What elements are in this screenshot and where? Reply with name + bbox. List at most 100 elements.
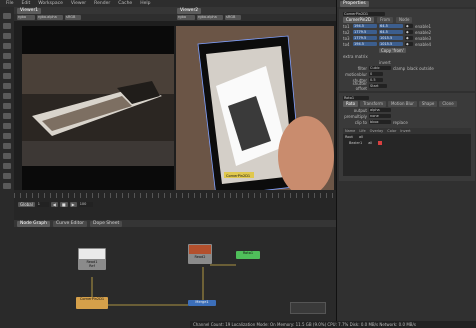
menu-viewer[interactable]: Viewer: [71, 1, 86, 6]
pin-y-field[interactable]: 1015.5: [379, 41, 403, 47]
shutter-offset-select[interactable]: Start: [369, 83, 387, 89]
layer-name: Bezier1: [349, 141, 363, 145]
roto-layer-list[interactable]: Name Life Overlay Color Invert Root all …: [343, 128, 471, 176]
extra-matrix-toggle[interactable]: extra matrix: [343, 54, 368, 59]
pin-enable-checkbox[interactable]: enable2: [415, 30, 431, 35]
set-key-button[interactable]: ◆: [405, 29, 413, 35]
3d-tool-icon[interactable]: [3, 113, 11, 119]
tab-viewer1[interactable]: Viewer1: [17, 7, 42, 14]
play-back-button[interactable]: ◀: [50, 202, 58, 207]
roto-node[interactable]: Roto1: [236, 251, 260, 259]
motionblur-input[interactable]: 0: [369, 71, 383, 77]
particles-tool-icon[interactable]: [3, 143, 11, 149]
shutter-input[interactable]: 0.5: [369, 77, 383, 83]
menu-cache[interactable]: Cache: [118, 1, 132, 6]
merge-tool-icon[interactable]: [3, 93, 11, 99]
filter-select[interactable]: Cubic: [369, 65, 391, 71]
tab-dope-sheet[interactable]: Dope Sheet: [90, 220, 123, 227]
frame-input[interactable]: 1: [36, 202, 49, 207]
menu-file[interactable]: File: [6, 1, 14, 6]
pin-y-field[interactable]: 64.5: [379, 29, 403, 35]
minimap[interactable]: [290, 302, 326, 314]
image-tool-icon[interactable]: [3, 23, 11, 29]
colorspace-select[interactable]: sRGB: [65, 15, 81, 20]
tab-node[interactable]: Node: [395, 17, 413, 23]
read1-thumbnail: [79, 249, 105, 259]
tab-viewer2[interactable]: Viewer2: [177, 7, 202, 14]
pin-y-field[interactable]: 64.5: [379, 23, 403, 29]
clip-to-select[interactable]: bbox: [369, 119, 391, 125]
filter-tool-icon[interactable]: [3, 73, 11, 79]
layer-life: all: [358, 135, 364, 139]
read1-node[interactable]: Read1 Ref: [78, 248, 106, 270]
transform-tool-icon[interactable]: [3, 103, 11, 109]
tab-from[interactable]: From: [377, 17, 393, 23]
copy-from-button[interactable]: Copy 'from': [379, 47, 406, 53]
read2-node[interactable]: Read2: [188, 244, 212, 264]
clamp-checkbox[interactable]: clamp: [393, 66, 405, 71]
play-forward-button[interactable]: ▶: [69, 202, 77, 207]
keyer-tool-icon[interactable]: [3, 83, 11, 89]
channel-tool-icon[interactable]: [3, 53, 11, 59]
pin-enable-checkbox[interactable]: enable4: [415, 42, 431, 47]
pin-x-field[interactable]: 194.5: [353, 23, 377, 29]
merge-node[interactable]: Merge1: [188, 300, 216, 306]
timeline-ruler[interactable]: [14, 193, 336, 198]
views-tool-icon[interactable]: [3, 123, 11, 129]
pin-y-field[interactable]: 1015.5: [379, 35, 403, 41]
list-item[interactable]: Bezier1 all: [343, 140, 471, 146]
roto-properties: Roto1 Roto Transform Motion Blur Shape C…: [339, 93, 475, 181]
replace-checkbox[interactable]: replace: [393, 120, 408, 125]
tab-transform[interactable]: Transform: [360, 101, 386, 107]
plugin-tool-icon[interactable]: [3, 173, 11, 179]
cornerpin-node[interactable]: CornerPin2D1: [76, 297, 108, 309]
pin-x-field[interactable]: 1779.5: [353, 35, 377, 41]
pin-enable-checkbox[interactable]: enable3: [415, 36, 431, 41]
draw-tool-icon[interactable]: [3, 33, 11, 39]
pin-x-field[interactable]: 1779.5: [353, 29, 377, 35]
tab-cornerpin[interactable]: CornerPin2D: [343, 17, 375, 23]
pointer-tool-icon[interactable]: [3, 13, 11, 19]
premultiply-select[interactable]: none: [369, 113, 391, 119]
tab-roto[interactable]: Roto: [343, 101, 359, 107]
metadata-tool-icon[interactable]: [3, 133, 11, 139]
black-outside-checkbox[interactable]: black outside: [407, 66, 434, 71]
layer-select[interactable]: rgba: [177, 15, 195, 20]
viewer2-canvas[interactable]: CornerPin2D1: [176, 26, 334, 197]
menu-help[interactable]: Help: [140, 1, 150, 6]
tab-node-graph[interactable]: Node Graph: [17, 220, 50, 227]
tool-bar: [0, 7, 15, 328]
frame-range-label[interactable]: Global: [18, 202, 35, 207]
tab-clone[interactable]: Clone: [439, 101, 457, 107]
channel-select[interactable]: rgba.alpha: [37, 15, 63, 20]
layer-color-swatch[interactable]: [378, 141, 383, 145]
time-tool-icon[interactable]: [3, 43, 11, 49]
pin-x-field[interactable]: 194.5: [353, 41, 377, 47]
node-name-field[interactable]: Roto1: [343, 95, 369, 101]
node-connections: [91, 264, 236, 306]
tab-motion-blur[interactable]: Motion Blur: [387, 101, 417, 107]
menu-edit[interactable]: Edit: [22, 1, 31, 6]
tab-properties[interactable]: Properties: [340, 0, 369, 7]
furnace-tool-icon[interactable]: [3, 183, 11, 189]
menu-render[interactable]: Render: [94, 1, 110, 6]
set-key-button[interactable]: ◆: [405, 23, 413, 29]
menu-workspace[interactable]: Workspace: [38, 1, 63, 6]
stop-button[interactable]: ■: [59, 202, 68, 207]
set-key-button[interactable]: ◆: [405, 41, 413, 47]
node-name-field[interactable]: CornerPin2D1: [343, 11, 385, 17]
output-select[interactable]: alpha: [369, 107, 391, 113]
other-tool-icon[interactable]: [3, 163, 11, 169]
invert-checkbox[interactable]: invert: [379, 60, 391, 65]
channel-select[interactable]: rgba.alpha: [197, 15, 223, 20]
tab-curve-editor[interactable]: Curve Editor: [52, 220, 88, 227]
viewer1-canvas[interactable]: [22, 26, 176, 194]
toolsets-tool-icon[interactable]: [3, 153, 11, 159]
tab-shape[interactable]: Shape: [418, 101, 438, 107]
colorspace-select[interactable]: sRGB: [225, 15, 241, 20]
color-tool-icon[interactable]: [3, 63, 11, 69]
pin-enable-checkbox[interactable]: enable1: [415, 24, 431, 29]
set-key-button[interactable]: ◆: [405, 35, 413, 41]
layer-select[interactable]: rgba: [17, 15, 35, 20]
end-frame-input[interactable]: 100: [78, 202, 93, 207]
